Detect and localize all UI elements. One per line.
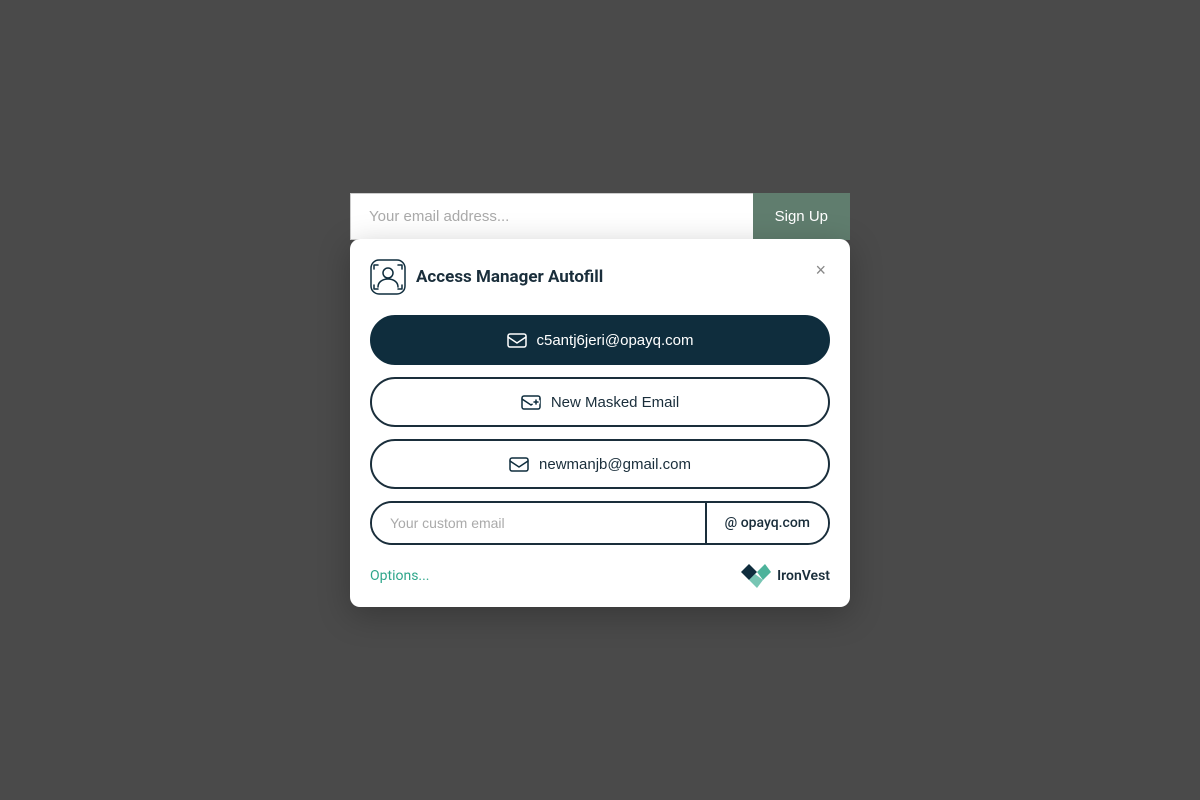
new-masked-email-button[interactable]: New Masked Email	[370, 377, 830, 427]
popup-title: Access Manager Autofill	[416, 267, 603, 287]
ironvest-logo	[741, 561, 771, 591]
page-wrapper: Sign Up Access Manager Autofill ×	[350, 193, 850, 607]
autofill-popup: Access Manager Autofill × c5antj6jeri@op…	[350, 239, 850, 607]
custom-email-input[interactable]	[372, 503, 705, 543]
access-manager-icon	[370, 259, 406, 295]
popup-footer: Options... IronVest	[370, 561, 830, 591]
close-button[interactable]: ×	[811, 259, 830, 281]
brand-name: IronVest	[777, 568, 830, 584]
new-masked-email-label: New Masked Email	[551, 394, 679, 411]
mail-plus-icon	[521, 392, 541, 412]
gmail-label: newmanjb@gmail.com	[539, 456, 691, 473]
masked-email-label: c5antj6jeri@opayq.com	[537, 332, 694, 349]
signup-button[interactable]: Sign Up	[753, 193, 850, 240]
options-link[interactable]: Options...	[370, 568, 430, 584]
mail-icon-primary	[507, 330, 527, 350]
gmail-button[interactable]: newmanjb@gmail.com	[370, 439, 830, 489]
domain-badge: @ opayq.com	[705, 503, 828, 543]
email-input[interactable]	[350, 193, 753, 240]
popup-header: Access Manager Autofill ×	[370, 259, 830, 295]
custom-email-row: @ opayq.com	[370, 501, 830, 545]
signup-bar: Sign Up	[350, 193, 850, 240]
masked-email-button[interactable]: c5antj6jeri@opayq.com	[370, 315, 830, 365]
mail-icon-gmail	[509, 454, 529, 474]
brand-area: IronVest	[741, 561, 830, 591]
